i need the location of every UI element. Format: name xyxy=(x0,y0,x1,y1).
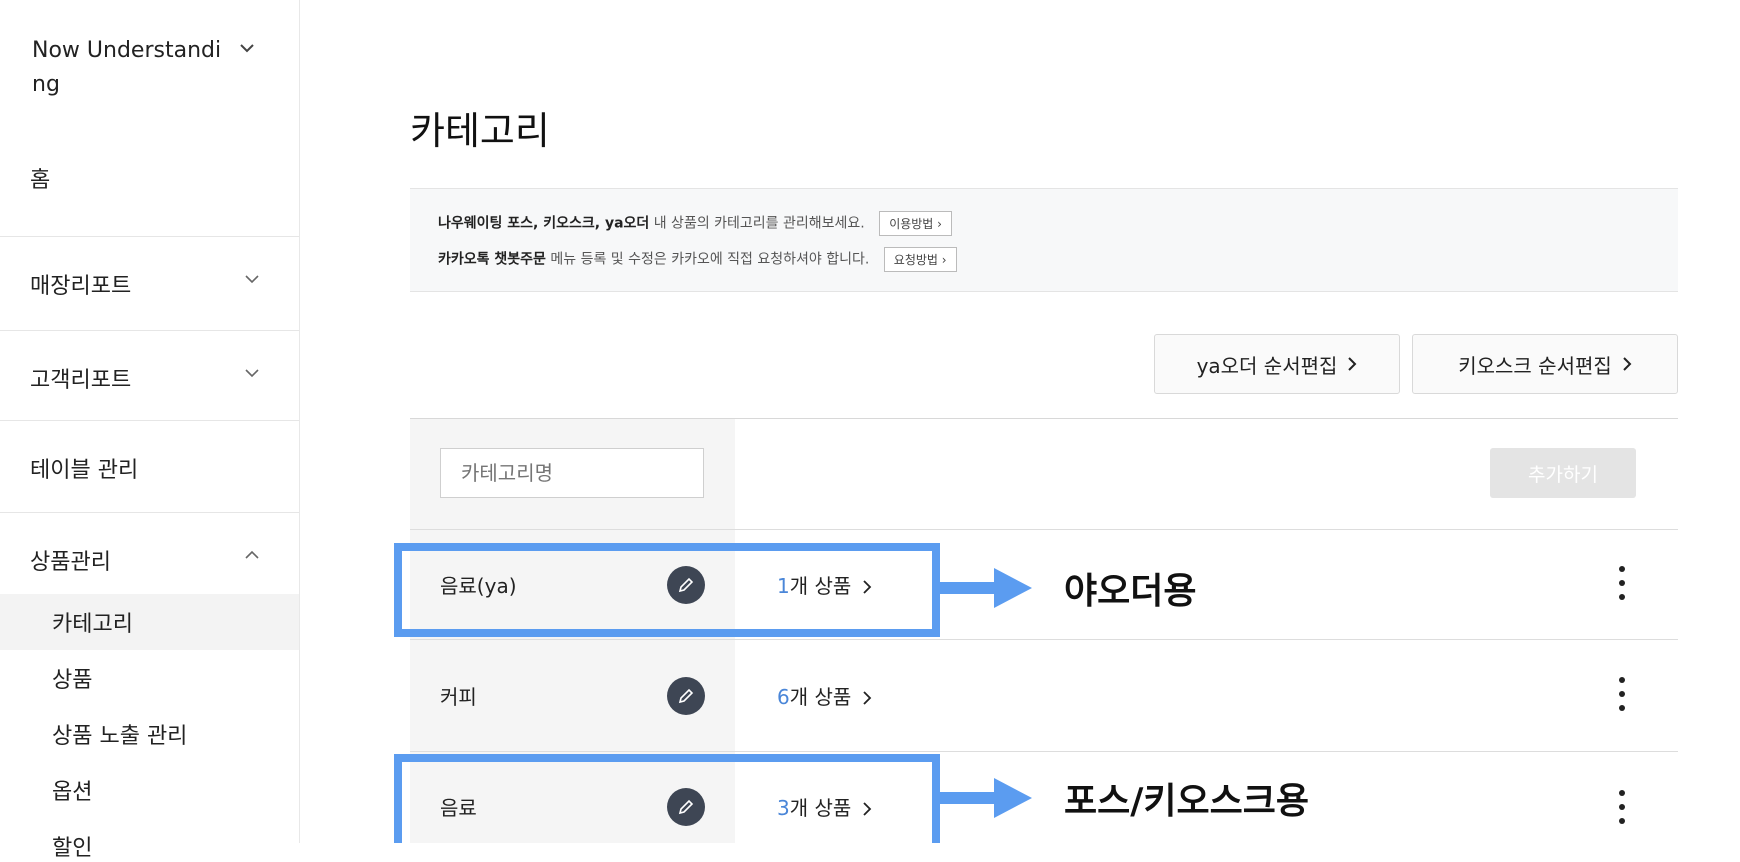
nav-label: 고객리포트 xyxy=(30,368,132,393)
info-line-2: 카카오톡 챗봇주문 메뉴 등록 및 수정은 카카오에 직접 요청하셔야 합니다.… xyxy=(438,247,957,272)
highlight-box xyxy=(394,754,940,843)
nav-store-report[interactable]: 매장리포트 xyxy=(30,268,270,300)
chevron-down-icon xyxy=(240,44,254,53)
info-text: 내 상품의 카테고리를 관리해보세요. xyxy=(649,215,865,232)
page-title: 카테고리 xyxy=(410,109,550,153)
ya-order-sort-button[interactable]: ya오더 순서편집 xyxy=(1154,334,1400,394)
submenu-product-visibility[interactable]: 상품 노출 관리 xyxy=(52,718,187,750)
row-divider xyxy=(410,639,1678,640)
category-name-input[interactable] xyxy=(440,448,704,498)
kiosk-sort-button[interactable]: 키오스크 순서편집 xyxy=(1412,334,1678,394)
nav-table-management[interactable]: 테이블 관리 xyxy=(30,452,270,484)
button-label: 요청방법 xyxy=(893,253,938,267)
pencil-icon xyxy=(678,688,694,704)
store-name: Now Understanding xyxy=(32,38,222,97)
nav-product-management[interactable]: 상품관리 xyxy=(30,544,270,576)
row-divider xyxy=(410,529,1678,530)
product-count-suffix: 개 상품 xyxy=(789,685,852,709)
button-label: 키오스크 순서편집 xyxy=(1458,353,1612,378)
more-vertical-icon[interactable] xyxy=(1612,677,1632,711)
divider xyxy=(0,330,299,331)
chevron-right-icon xyxy=(1623,357,1632,371)
chevron-down-icon xyxy=(245,369,259,378)
product-count: 6 xyxy=(777,685,790,709)
product-count-link[interactable]: 6개 상품 xyxy=(777,681,872,710)
submenu-products[interactable]: 상품 xyxy=(52,662,92,694)
arrow-right-icon xyxy=(934,568,1032,608)
nav-label: 상품관리 xyxy=(30,550,111,575)
submenu-options[interactable]: 옵션 xyxy=(52,774,92,806)
info-text: 메뉴 등록 및 수정은 카카오에 직접 요청하셔야 합니다. xyxy=(545,251,870,268)
chevron-down-icon xyxy=(245,275,259,284)
row-divider xyxy=(410,751,1678,752)
highlight-box xyxy=(394,543,940,637)
button-label: ya오더 순서편집 xyxy=(1196,353,1338,378)
chevron-up-icon xyxy=(245,550,259,559)
sidebar: Now Understanding 홈 매장리포트 고객리포트 테이블 관리 상… xyxy=(0,0,300,861)
more-vertical-icon[interactable] xyxy=(1612,566,1632,600)
edit-category-button[interactable] xyxy=(667,677,705,715)
add-category-button[interactable]: 추가하기 xyxy=(1490,448,1636,498)
info-line-1: 나우웨이팅 포스, 키오스크, ya오더 내 상품의 카테고리를 관리해보세요.… xyxy=(438,211,952,236)
nav-home[interactable]: 홈 xyxy=(30,162,50,194)
divider xyxy=(0,420,299,421)
annotation-ya-order: 야오더용 xyxy=(1064,571,1197,612)
info-bold: 카카오톡 챗봇주문 xyxy=(438,251,546,268)
divider xyxy=(0,236,299,237)
info-bold: 나우웨이팅 포스, 키오스크, ya오더 xyxy=(438,215,650,232)
more-vertical-icon[interactable] xyxy=(1612,790,1632,824)
store-selector[interactable]: Now Understanding xyxy=(32,34,272,102)
submenu-active-bg xyxy=(0,594,299,650)
nav-label: 매장리포트 xyxy=(30,274,132,299)
nav-customer-report[interactable]: 고객리포트 xyxy=(30,362,270,394)
button-label: 이용방법 xyxy=(889,217,934,231)
usage-guide-button[interactable]: 이용방법 › xyxy=(879,211,952,236)
submenu-discount[interactable]: 할인 xyxy=(52,830,92,862)
divider xyxy=(0,512,299,513)
annotation-pos-kiosk: 포스/키오스크용 xyxy=(1064,781,1309,822)
submenu-category[interactable]: 카테고리 xyxy=(52,606,133,638)
info-banner: 나우웨이팅 포스, 키오스크, ya오더 내 상품의 카테고리를 관리해보세요.… xyxy=(410,188,1678,292)
chevron-right-icon xyxy=(1348,357,1357,371)
nav-label: 테이블 관리 xyxy=(30,458,139,483)
chevron-right-icon xyxy=(863,691,871,705)
category-name: 커피 xyxy=(440,685,477,709)
arrow-right-icon xyxy=(934,778,1032,818)
request-guide-button[interactable]: 요청방법 › xyxy=(883,247,957,272)
